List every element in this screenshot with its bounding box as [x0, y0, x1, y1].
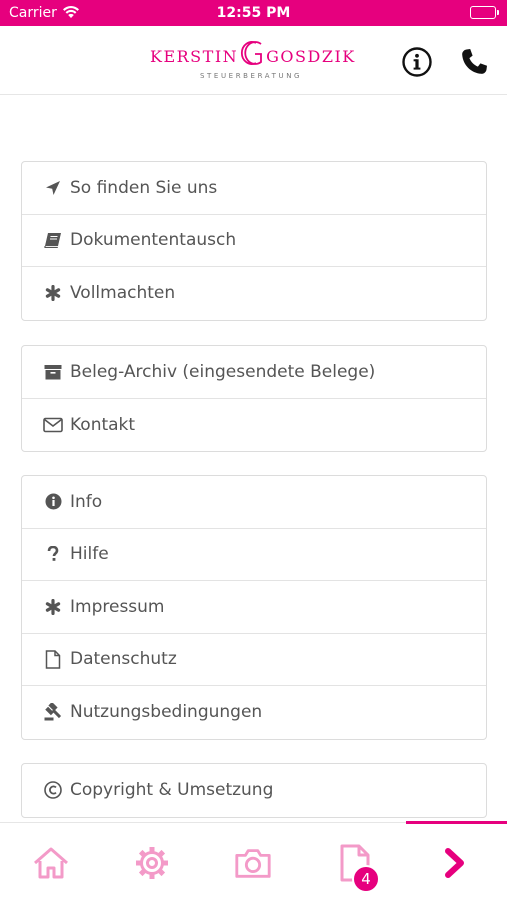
menu-item-so-finden-sie-uns[interactable]: So finden Sie uns: [22, 162, 486, 215]
menu-item-label: Beleg-Archiv (eingesendete Belege): [70, 361, 376, 382]
envelope-icon: [43, 415, 63, 435]
menu-group-location: So finden Sie uns Dokumententausch Vollm…: [21, 161, 487, 321]
menu-item-nutzungsbedingungen[interactable]: Nutzungsbedingungen: [22, 686, 486, 739]
menu-item-label: Dokumententausch: [70, 230, 237, 251]
book-icon: [43, 230, 63, 250]
status-bar: Carrier 12:55 PM: [0, 0, 507, 26]
asterisk-icon: [43, 597, 63, 617]
nav-bar: KERSTIN GOSDZIK STEUERBERATUNG: [0, 26, 507, 95]
menu-item-info[interactable]: Info: [22, 476, 486, 529]
location-arrow-icon: [43, 178, 63, 198]
tab-more[interactable]: [436, 843, 476, 883]
menu-item-label: Hilfe: [70, 544, 109, 565]
menu-item-vollmachten[interactable]: Vollmachten: [22, 267, 486, 320]
menu-item-label: Nutzungsbedingungen: [70, 702, 263, 723]
menu-item-kontakt[interactable]: Kontakt: [22, 399, 486, 452]
menu-item-copyright[interactable]: Copyright & Umsetzung: [22, 764, 486, 817]
menu-item-label: Vollmachten: [70, 283, 176, 304]
info-circle-icon: [402, 47, 432, 77]
menu-item-label: Copyright & Umsetzung: [70, 780, 274, 801]
menu-item-label: Impressum: [70, 596, 165, 617]
gavel-icon: [43, 702, 63, 722]
chevron-right-icon: [445, 848, 464, 878]
documents-count-badge: 4: [352, 865, 380, 893]
menu-group-archive: Beleg-Archiv (eingesendete Belege) Konta…: [21, 345, 487, 452]
menu-item-label: Info: [70, 491, 103, 512]
file-icon: [43, 649, 63, 669]
company-logo: KERSTIN GOSDZIK STEUERBERATUNG: [150, 37, 360, 83]
info-button[interactable]: [401, 46, 433, 78]
clock: 12:55 PM: [216, 5, 291, 21]
gear-icon: [136, 847, 168, 879]
asterisk-icon: [43, 283, 63, 303]
menu-item-label: So finden Sie uns: [70, 177, 218, 198]
camera-icon: [235, 849, 271, 878]
menu-item-dokumententausch[interactable]: Dokumententausch: [22, 215, 486, 267]
tab-camera[interactable]: [233, 843, 273, 883]
phone-button[interactable]: [458, 46, 490, 78]
battery-icon: [470, 6, 499, 19]
menu-group-copyright: Copyright & Umsetzung: [21, 763, 487, 818]
copyright-icon: [43, 780, 63, 800]
menu-item-hilfe[interactable]: Hilfe: [22, 529, 486, 581]
logo-monogram-icon: [240, 41, 262, 65]
menu-item-label: Kontakt: [70, 414, 136, 435]
question-icon: [43, 544, 63, 564]
menu-content: So finden Sie uns Dokumententausch Vollm…: [0, 96, 507, 822]
logo-subtitle: STEUERBERATUNG: [200, 72, 303, 80]
logo-name-right: GOSDZIK: [266, 47, 356, 66]
tab-settings[interactable]: [132, 843, 172, 883]
phone-icon: [462, 49, 487, 74]
logo-name-left: KERSTIN: [150, 47, 239, 66]
menu-item-beleg-archiv[interactable]: Beleg-Archiv (eingesendete Belege): [22, 346, 486, 399]
tab-active-indicator: [406, 821, 507, 824]
menu-group-info: Info Hilfe Impressum Datenschutz Nutzung…: [21, 475, 487, 740]
menu-item-impressum[interactable]: Impressum: [22, 581, 486, 634]
menu-item-datenschutz[interactable]: Datenschutz: [22, 634, 486, 686]
tab-home[interactable]: [31, 843, 71, 883]
home-icon: [34, 847, 68, 879]
menu-item-label: Datenschutz: [70, 649, 177, 670]
tab-bar: 4: [0, 821, 507, 900]
info-icon: [43, 492, 63, 512]
archive-icon: [43, 362, 63, 382]
